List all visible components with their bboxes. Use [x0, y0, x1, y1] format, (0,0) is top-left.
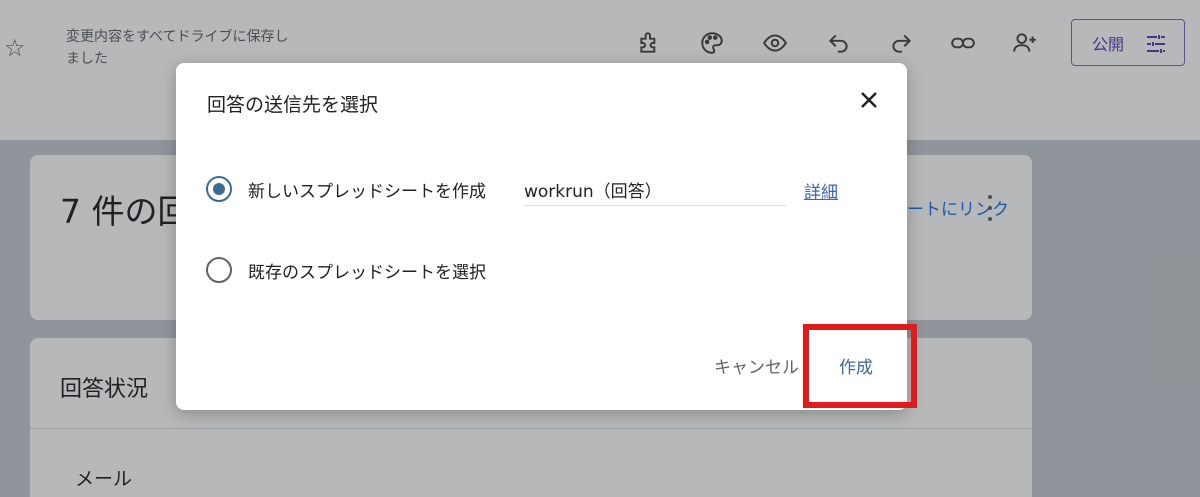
dialog-title: 回答の送信先を選択 — [207, 94, 379, 116]
highlight-box — [803, 324, 917, 408]
option-new-label: 新しいスプレッドシートを作成 — [248, 181, 486, 202]
option-new-spreadsheet[interactable]: 新しいスプレッドシートを作成 — [206, 176, 486, 202]
radio-existing-spreadsheet[interactable] — [206, 257, 232, 283]
select-destination-dialog: 回答の送信先を選択 新しいスプレッドシートを作成 workrun（回答） 詳細 … — [176, 63, 907, 410]
option-existing-label: 既存のスプレッドシートを選択 — [248, 262, 486, 283]
close-icon[interactable] — [857, 88, 881, 112]
cancel-button[interactable]: キャンセル — [714, 353, 799, 378]
details-link[interactable]: 詳細 — [804, 178, 838, 203]
spreadsheet-name-field[interactable]: workrun（回答） — [524, 176, 786, 206]
option-existing-spreadsheet[interactable]: 既存のスプレッドシートを選択 — [206, 257, 486, 283]
radio-new-spreadsheet[interactable] — [206, 176, 232, 202]
